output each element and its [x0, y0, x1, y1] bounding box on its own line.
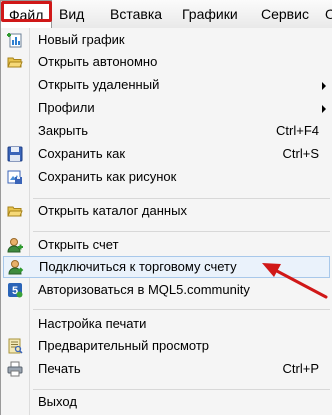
menu-item-label: Открыть автономно [38, 54, 158, 69]
menu-item-print-preview[interactable]: Предварительный просмотр [1, 335, 332, 357]
menu-item-save-picture[interactable]: Сохранить как рисунок [1, 166, 332, 188]
menu-item-label: Авторизоваться в MQL5.community [38, 282, 250, 297]
menu-separator [33, 389, 330, 390]
menu-item-label: Печать [38, 361, 81, 376]
menu-item-open-data-folder[interactable]: Открыть каталог данных [1, 200, 332, 222]
file-menu-dropdown: Новый график Открыть автономно Открыть у… [0, 28, 332, 415]
menu-window[interactable]: О [325, 0, 332, 29]
login-account-icon [8, 259, 24, 275]
menu-item-new-chart[interactable]: Новый график [1, 29, 332, 51]
menu-item-label: Выход [38, 394, 77, 409]
file-annotation-box [1, 1, 52, 22]
menu-item-print-setup[interactable]: Настройка печати [1, 313, 332, 335]
submenu-arrow-icon [322, 105, 326, 113]
shortcut-text: Ctrl+S [282, 146, 319, 161]
menu-item-print[interactable]: Печать Ctrl+P [1, 358, 332, 380]
menu-item-exit[interactable]: Выход [1, 391, 332, 413]
save-picture-icon [7, 169, 23, 185]
submenu-arrow-icon [322, 82, 326, 90]
menu-item-label: Настройка печати [38, 316, 147, 331]
shortcut-text: Ctrl+F4 [276, 123, 319, 138]
print-preview-icon [7, 338, 23, 354]
menu-separator [33, 231, 330, 232]
menu-item-label: Сохранить как [38, 146, 126, 161]
menu-item-label: Открыть каталог данных [38, 203, 187, 218]
open-account-icon [7, 237, 23, 253]
new-chart-icon [7, 32, 23, 48]
menu-separator [33, 309, 330, 310]
printer-icon [7, 361, 23, 377]
menu-item-label: Открыть удаленный [38, 77, 160, 92]
menu-tools[interactable]: Сервис [261, 0, 309, 29]
menu-item-open-account[interactable]: Открыть счет [1, 234, 332, 256]
menu-item-label: Предварительный просмотр [38, 338, 210, 353]
menu-item-label: Сохранить как рисунок [38, 169, 177, 184]
menu-item-open-remote[interactable]: Открыть удаленный [1, 74, 332, 96]
menu-item-label: Закрыть [38, 123, 89, 138]
menu-item-mql5-login[interactable]: 5 Авторизоваться в MQL5.community [1, 279, 332, 301]
menu-charts[interactable]: Графики [182, 0, 238, 29]
menu-item-login-trade-account[interactable]: Подключиться к торговому счету [3, 256, 330, 278]
shortcut-text: Ctrl+P [282, 361, 319, 376]
menu-view[interactable]: Вид [59, 0, 84, 29]
menu-item-label: Профили [38, 100, 95, 115]
menu-item-label: Подключиться к торговому счету [39, 259, 237, 274]
menu-bar: Файл Вид Вставка Графики Сервис О [0, 0, 332, 29]
menu-item-label: Открыть счет [38, 237, 119, 252]
menu-item-profiles[interactable]: Профили [1, 97, 332, 119]
save-icon [7, 146, 23, 162]
open-folder-icon [7, 54, 23, 70]
menu-separator [33, 198, 330, 199]
menu-item-label: Новый график [38, 32, 125, 47]
menu-item-save-as[interactable]: Сохранить как Ctrl+S [1, 143, 332, 165]
menu-item-close[interactable]: Закрыть Ctrl+F4 [1, 120, 332, 142]
mql5-icon: 5 [7, 282, 23, 298]
menu-insert[interactable]: Вставка [110, 0, 162, 29]
data-folder-icon [7, 203, 23, 219]
menu-item-open-offline[interactable]: Открыть автономно [1, 51, 332, 73]
